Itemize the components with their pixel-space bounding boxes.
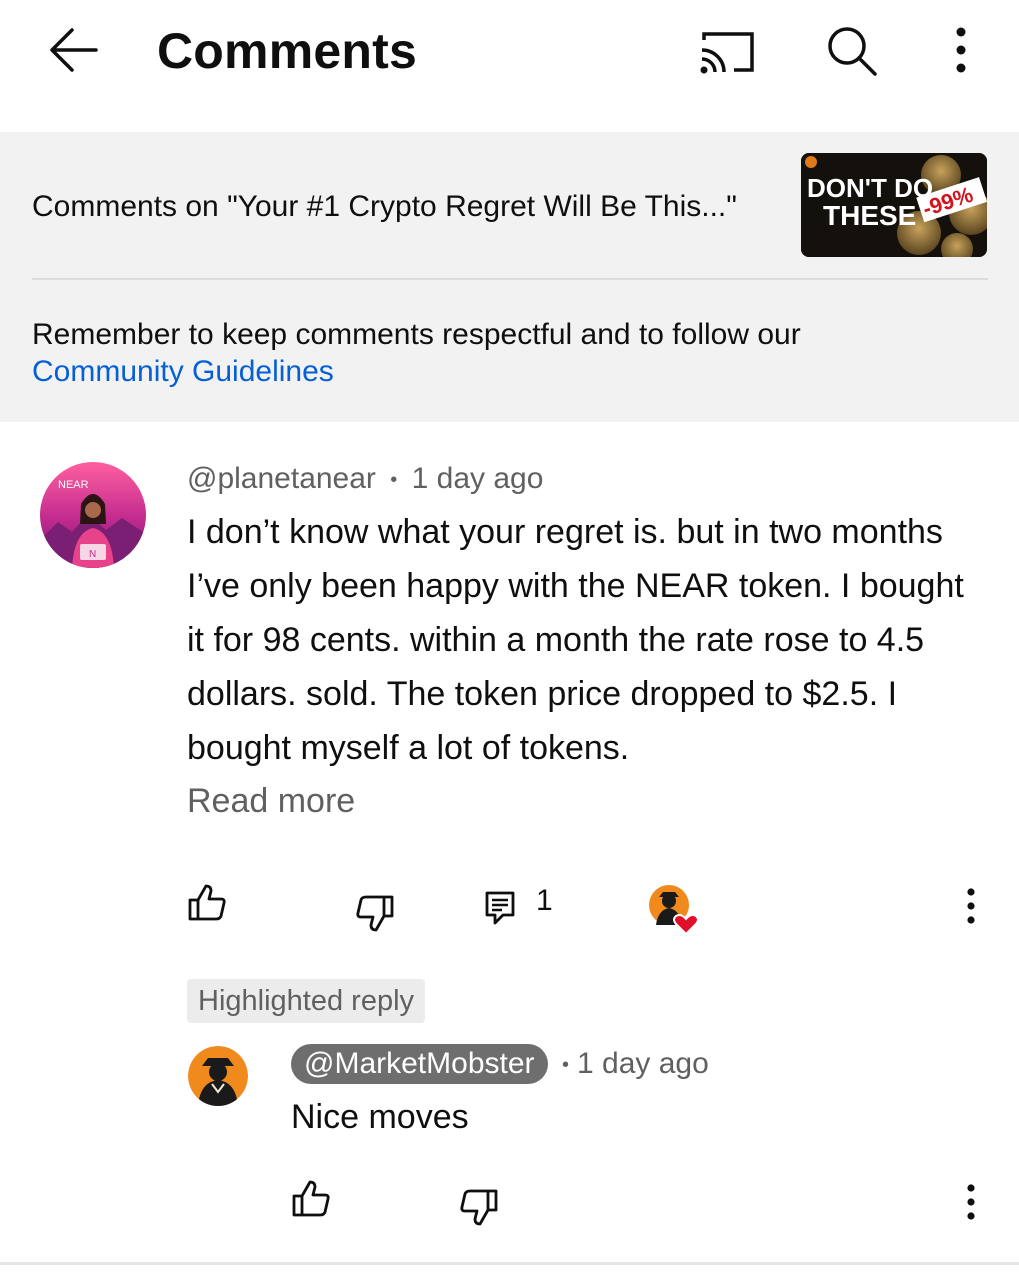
divider xyxy=(32,278,988,280)
reply-time[interactable]: 1 day ago xyxy=(577,1047,709,1080)
comment-actions: 1 xyxy=(0,874,1019,936)
thumbs-down-icon[interactable] xyxy=(355,894,395,934)
reply-author[interactable]: @MarketMobster xyxy=(291,1044,548,1084)
cast-icon[interactable] xyxy=(698,28,758,76)
comment-time[interactable]: 1 day ago xyxy=(412,462,544,495)
creator-heart-icon xyxy=(649,885,699,936)
thumbs-up-icon[interactable] xyxy=(291,1178,331,1218)
more-vert-icon[interactable] xyxy=(946,24,976,76)
comment-meta: @planetanear • 1 day ago xyxy=(187,462,543,496)
app-bar: Comments xyxy=(0,0,1019,132)
highlighted-reply-label: Highlighted reply xyxy=(187,979,426,1023)
more-vert-icon[interactable] xyxy=(956,1182,986,1222)
video-thumbnail[interactable]: DON'T DO THESE -99% xyxy=(801,153,987,257)
video-title-line: Comments on "Your #1 Crypto Regret Will … xyxy=(32,190,737,223)
thumbnail-text-2: THESE xyxy=(823,200,916,231)
svg-text:N: N xyxy=(89,549,96,560)
guidelines-text: Remember to keep comments respectful and… xyxy=(32,318,801,351)
meta-separator: • xyxy=(561,1053,569,1076)
near-avatar-art: N NEAR xyxy=(40,462,146,568)
meta-separator: • xyxy=(390,468,398,491)
comments-header-panel: Comments on "Your #1 Crypto Regret Will … xyxy=(0,132,1019,422)
reply-count[interactable]: 1 xyxy=(536,884,553,918)
avatar[interactable] xyxy=(188,1046,248,1106)
page-title: Comments xyxy=(157,23,417,79)
divider xyxy=(0,1262,1019,1265)
thumbnail-art: DON'T DO THESE -99% xyxy=(801,153,987,257)
near-logo-text: NEAR xyxy=(58,479,89,491)
more-vert-icon[interactable] xyxy=(956,886,986,926)
search-icon[interactable] xyxy=(824,24,880,78)
guidelines-notice: Remember to keep comments respectful and… xyxy=(32,316,962,390)
avatar[interactable]: N NEAR xyxy=(40,462,146,568)
reply-time-wrap: • 1 day ago xyxy=(562,1047,709,1081)
thumbs-down-icon[interactable] xyxy=(459,1188,499,1228)
thumbs-up-icon[interactable] xyxy=(187,882,227,922)
thumbnail-text-1: DON'T DO xyxy=(807,173,933,203)
comment-author[interactable]: @planetanear xyxy=(187,462,376,495)
reply-meta: @MarketMobster • 1 day ago xyxy=(291,1044,709,1086)
reply-actions xyxy=(0,1170,1019,1230)
reply-text: Nice moves xyxy=(291,1098,469,1136)
community-guidelines-link[interactable]: Community Guidelines xyxy=(32,353,962,390)
comment-text: I don’t know what your regret is. but in… xyxy=(187,513,964,767)
comment-reply-icon[interactable] xyxy=(484,890,516,926)
arrow-left-icon[interactable] xyxy=(46,24,102,76)
mobster-avatar-art xyxy=(188,1046,248,1106)
read-more-link[interactable]: Read more xyxy=(187,774,355,828)
